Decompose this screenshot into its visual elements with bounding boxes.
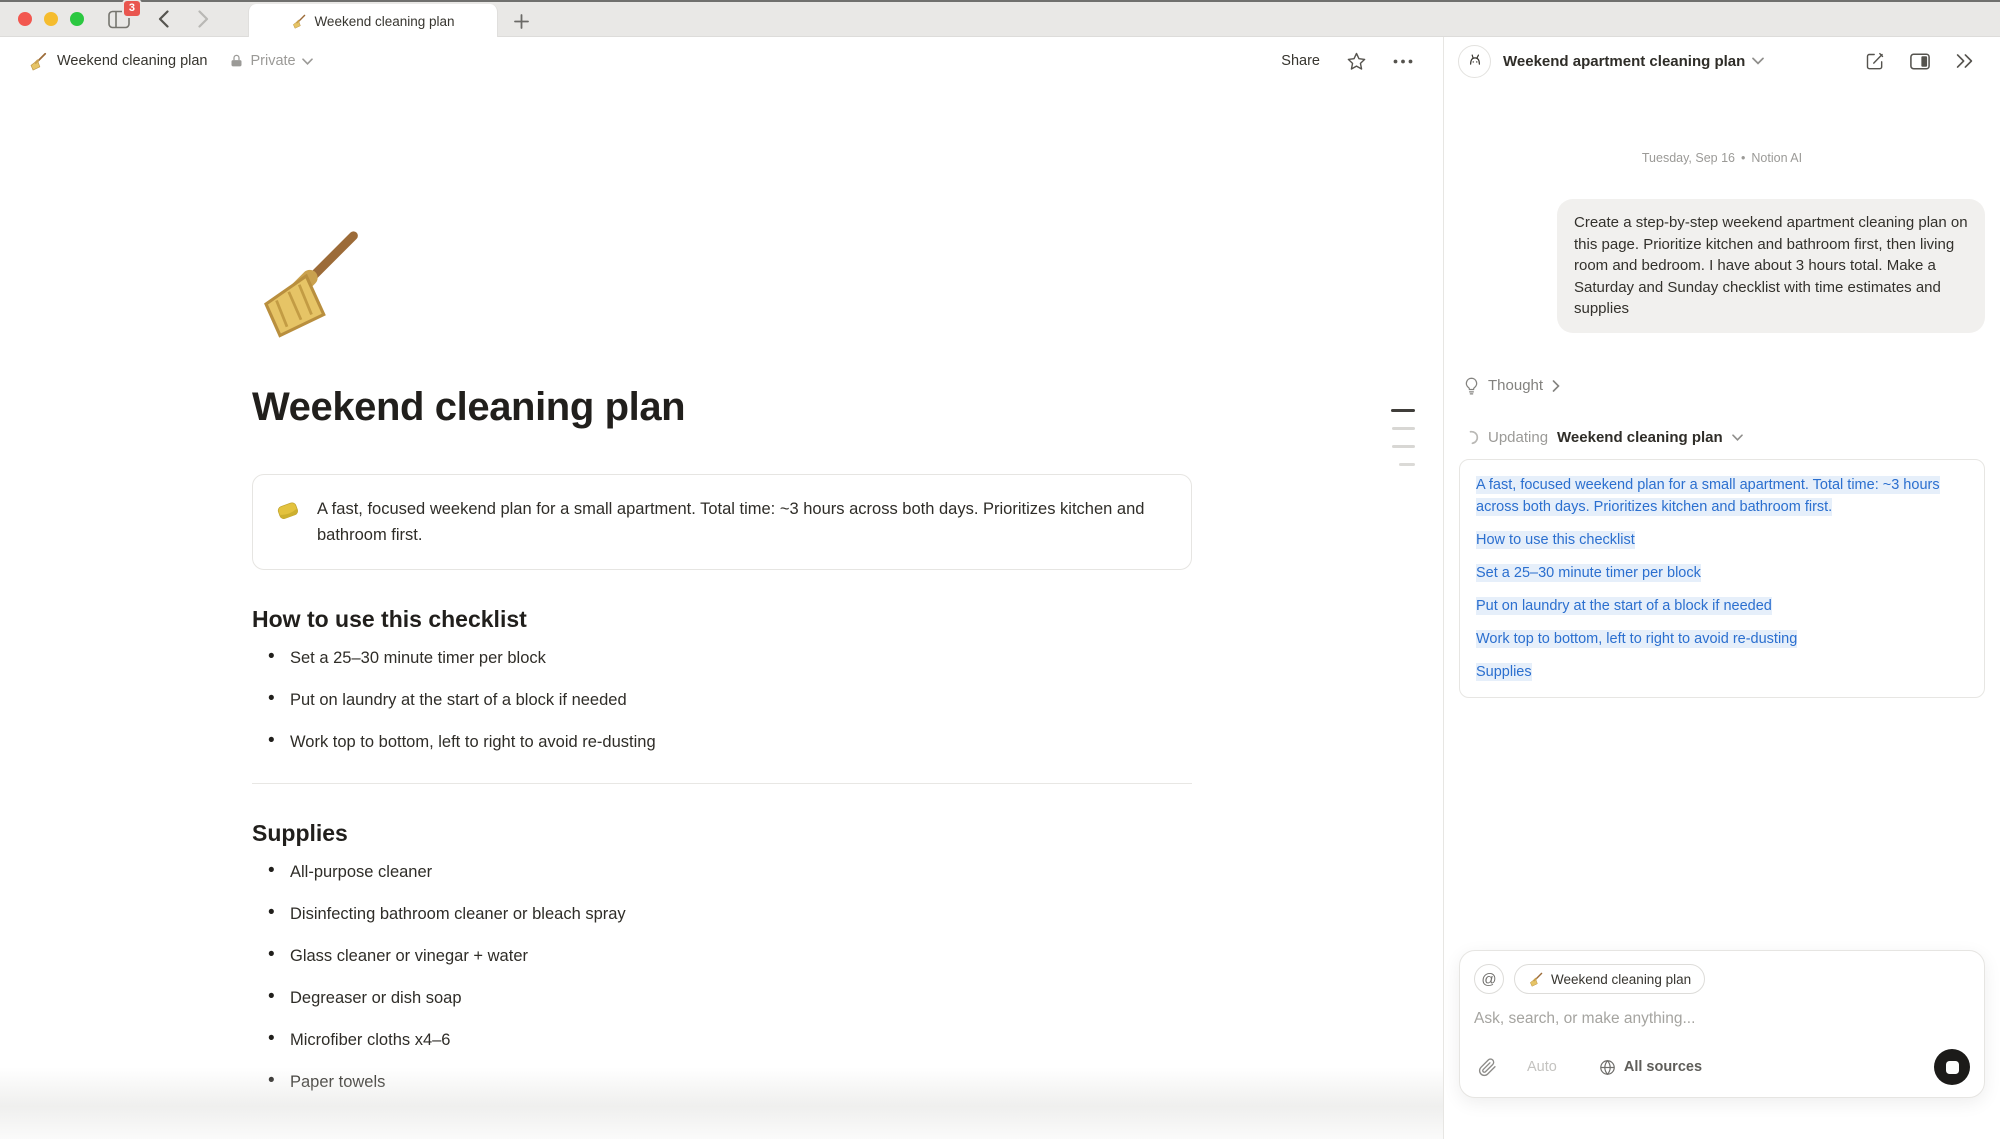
more-options-icon[interactable]	[1393, 59, 1413, 64]
callout-text: A fast, focused weekend plan for a small…	[317, 496, 1169, 548]
toc-current-section-bar	[1391, 409, 1415, 412]
minimize-window-button[interactable]	[44, 12, 58, 26]
list-item[interactable]: Work top to bottom, left to right to avo…	[252, 731, 1192, 753]
page-title[interactable]: Weekend cleaning plan	[252, 385, 1192, 430]
list-item[interactable]: Paper towels	[252, 1071, 1192, 1093]
list-item[interactable]: Glass cleaner or vinegar + water	[252, 945, 1192, 967]
privacy-label: Private	[250, 53, 295, 69]
breadcrumb[interactable]: Weekend cleaning plan	[57, 53, 207, 69]
globe-icon	[1599, 1059, 1616, 1076]
bullet-list: Set a 25–30 minute timer per block Put o…	[252, 647, 1192, 753]
list-item[interactable]: All-purpose cleaner	[252, 861, 1192, 883]
sponge-icon	[275, 497, 301, 523]
close-window-button[interactable]	[18, 12, 32, 26]
ai-thread-title[interactable]: Weekend apartment cleaning plan	[1503, 53, 1745, 70]
forward-button	[190, 6, 216, 32]
collapse-panel-icon[interactable]	[1955, 53, 1974, 69]
context-page-chip[interactable]: Weekend cleaning plan	[1514, 964, 1705, 994]
updating-target-page: Weekend cleaning plan	[1557, 429, 1723, 446]
toc-section-bar	[1399, 463, 1415, 466]
chevron-down-icon	[1732, 434, 1743, 441]
user-message-bubble: Create a step-by-step weekend apartment …	[1557, 199, 1985, 333]
new-chat-compose-icon[interactable]	[1865, 51, 1885, 71]
list-item[interactable]: Microfiber cloths x4–6	[252, 1029, 1192, 1051]
context-chip-label: Weekend cleaning plan	[1551, 972, 1691, 987]
table-of-contents-indicator[interactable]	[1391, 409, 1415, 466]
sources-label: All sources	[1624, 1059, 1702, 1075]
ai-composer: @ Weekend cleaning plan Auto	[1459, 950, 1985, 1098]
ai-prompt-input[interactable]	[1474, 1010, 1970, 1028]
share-button[interactable]: Share	[1281, 53, 1320, 69]
page-header: Weekend cleaning plan Private Share	[0, 37, 1443, 85]
updating-status-row[interactable]: Updating Weekend cleaning plan	[1459, 429, 1985, 446]
updating-label: Updating	[1488, 429, 1548, 446]
tab-label: Weekend cleaning plan	[314, 14, 454, 29]
spinner-icon	[1464, 430, 1479, 445]
window-tab-bar: 3 Weekend cleaning plan	[0, 0, 2000, 37]
new-tab-button[interactable]	[506, 6, 536, 36]
zoom-window-button[interactable]	[70, 12, 84, 26]
mention-button[interactable]: @	[1474, 964, 1504, 994]
chevron-down-icon	[302, 58, 313, 65]
chat-date-line: Tuesday, Sep 16•Notion AI	[1459, 151, 1985, 165]
ai-chat-thread: Tuesday, Sep 16•Notion AI Create a step-…	[1444, 151, 2000, 698]
traffic-lights	[18, 12, 84, 26]
attach-file-icon[interactable]	[1478, 1058, 1497, 1077]
list-item[interactable]: Set a 25–30 minute timer per block	[252, 647, 1192, 669]
ai-edit-preview-card[interactable]: A fast, focused weekend plan for a small…	[1459, 459, 1985, 698]
sources-selector[interactable]: All sources	[1599, 1059, 1702, 1076]
list-item[interactable]: Put on laundry at the start of a block i…	[252, 689, 1192, 711]
notification-badge: 3	[122, 0, 142, 18]
thought-toggle[interactable]: Thought	[1459, 377, 1985, 395]
model-mode-label[interactable]: Auto	[1527, 1059, 1557, 1075]
lightbulb-icon	[1464, 377, 1479, 395]
active-tab[interactable]: Weekend cleaning plan	[248, 4, 498, 39]
section-heading[interactable]: Supplies	[252, 820, 1192, 847]
stop-generation-button[interactable]	[1934, 1049, 1970, 1085]
privacy-dropdown[interactable]: Private	[229, 53, 312, 69]
panel-layout-icon[interactable]	[1910, 53, 1930, 70]
lock-icon	[229, 53, 244, 69]
ai-panel-header: Weekend apartment cleaning plan	[1444, 37, 2000, 85]
stop-square-icon	[1946, 1061, 1959, 1074]
back-button[interactable]	[150, 6, 176, 32]
broom-icon	[291, 14, 306, 29]
sidebar-toggle-icon[interactable]: 3	[102, 6, 136, 32]
broom-icon	[28, 52, 47, 71]
chevron-right-icon	[1552, 380, 1560, 392]
list-item[interactable]: Degreaser or dish soap	[252, 987, 1192, 1009]
divider-block	[252, 783, 1192, 784]
diff-line: Put on laundry at the start of a block i…	[1476, 595, 1968, 617]
diff-line: Supplies	[1476, 661, 1968, 683]
toc-section-bar	[1392, 445, 1415, 448]
diff-line: Set a 25–30 minute timer per block	[1476, 562, 1968, 584]
notion-ai-panel: Weekend apartment cleaning plan	[1443, 37, 2000, 1139]
toc-section-bar	[1392, 427, 1415, 430]
callout-block[interactable]: A fast, focused weekend plan for a small…	[252, 474, 1192, 570]
favorite-star-icon[interactable]	[1346, 51, 1367, 72]
diff-line: A fast, focused weekend plan for a small…	[1476, 474, 1968, 518]
editor-area: Weekend cleaning plan Private Share Week…	[0, 37, 1443, 1139]
bullet-list: All-purpose cleaner Disinfecting bathroo…	[252, 861, 1192, 1093]
diff-line: How to use this checklist	[1476, 529, 1968, 551]
page-icon-broom[interactable]	[252, 227, 364, 339]
diff-line: Work top to bottom, left to right to avo…	[1476, 628, 1968, 650]
thought-label: Thought	[1488, 377, 1543, 394]
list-item[interactable]: Disinfecting bathroom cleaner or bleach …	[252, 903, 1192, 925]
section-heading[interactable]: How to use this checklist	[252, 606, 1192, 633]
broom-icon	[1528, 972, 1543, 987]
chevron-down-icon[interactable]	[1752, 57, 1764, 65]
notion-ai-face-icon	[1458, 45, 1491, 78]
